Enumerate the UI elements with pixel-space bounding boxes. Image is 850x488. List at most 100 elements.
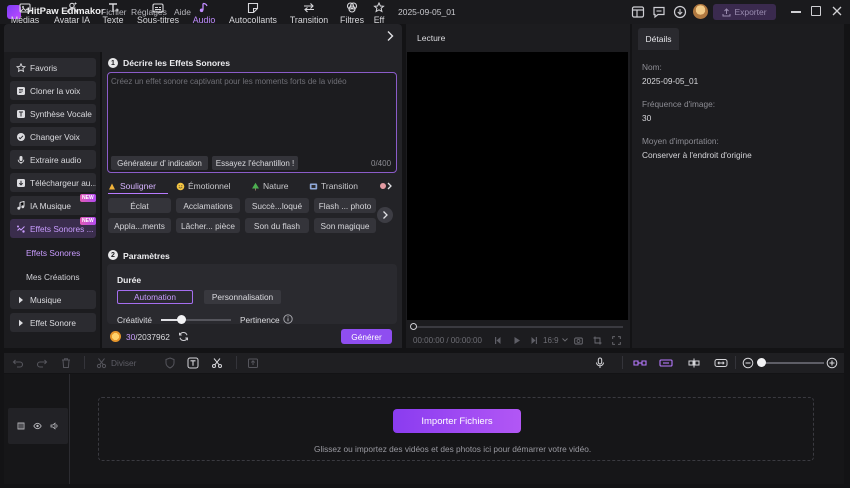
feedback-icon[interactable] xyxy=(652,5,666,19)
minimize-icon[interactable] xyxy=(791,11,801,13)
refresh-icon[interactable] xyxy=(178,331,189,342)
sfx-chip[interactable]: Lâcher... pièce xyxy=(176,218,240,233)
undo-icon[interactable] xyxy=(12,357,24,369)
category-nature[interactable]: Nature xyxy=(251,181,289,191)
sidebar-item-label: Cloner la voix xyxy=(30,85,81,96)
track-link-icon[interactable] xyxy=(659,357,673,369)
zoom-in-icon[interactable] xyxy=(826,357,838,369)
sidebar-folder-musique[interactable]: Musique xyxy=(10,290,96,309)
sticker-icon xyxy=(247,2,259,13)
duration-custom-button[interactable]: Personnalisation xyxy=(204,290,281,304)
emoji-icon xyxy=(176,182,185,190)
import-method-label: Moyen d'importation: xyxy=(642,136,719,146)
tab-details[interactable]: Détails xyxy=(638,28,679,50)
aspect-ratio-select[interactable]: 16:9 xyxy=(543,336,559,345)
sfx-chip[interactable]: Son du flash xyxy=(245,218,309,233)
tool-avatar-ia[interactable]: Avatar IA xyxy=(51,2,93,28)
tool-label: Transition xyxy=(289,15,329,25)
playback-scrubber[interactable] xyxy=(413,326,623,328)
sfx-chip[interactable]: Son magique xyxy=(314,218,376,233)
import-method-value: Conserver à l'endroit d'origine xyxy=(642,150,752,160)
zoom-slider-handle[interactable] xyxy=(757,358,766,367)
sfx-next-button[interactable] xyxy=(377,207,393,223)
export-frame-icon[interactable] xyxy=(247,357,259,369)
mic-icon xyxy=(17,155,25,164)
tool-autocollants[interactable]: Autocollants xyxy=(227,2,279,28)
auto-cut-icon[interactable] xyxy=(211,357,223,369)
tool-label: Sous-titres xyxy=(136,15,180,25)
credits-used: 30 xyxy=(126,332,136,342)
scissors-icon[interactable] xyxy=(96,357,108,369)
delete-icon[interactable] xyxy=(60,357,72,369)
tool-audio[interactable]: Audio xyxy=(190,2,218,28)
microphone-icon[interactable] xyxy=(594,357,606,369)
sidebar-item-telechargeur[interactable]: Téléchargeur au... xyxy=(10,173,96,192)
category-transition[interactable]: Transition xyxy=(309,181,358,191)
split-label[interactable]: Diviser xyxy=(111,358,136,368)
layout-icon[interactable] xyxy=(631,5,645,19)
highlight-icon xyxy=(109,183,115,189)
info-icon[interactable] xyxy=(283,314,293,324)
close-icon[interactable] xyxy=(831,5,843,17)
sidebar-item-extraire-audio[interactable]: Extraire audio xyxy=(10,150,96,169)
maximize-icon[interactable] xyxy=(811,6,821,16)
sidebar-item-synthese-vocale[interactable]: Synthèse Vocale xyxy=(10,104,96,123)
zoom-out-icon[interactable] xyxy=(742,357,754,369)
sidebar-item-changer-voix[interactable]: Changer Voix xyxy=(10,127,96,146)
duration-automation-button[interactable]: Automation xyxy=(117,290,193,304)
char-count: 0/400 xyxy=(371,159,392,168)
crop-icon[interactable] xyxy=(593,336,602,345)
try-sample-button[interactable]: Essayez l'échantillon ! xyxy=(212,156,298,170)
sidebar-item-cloner-voix[interactable]: Cloner la voix xyxy=(10,81,96,100)
tool-effets[interactable]: Eff xyxy=(373,2,385,28)
download-icon[interactable] xyxy=(673,5,687,19)
chevron-right-icon[interactable] xyxy=(386,30,394,42)
sidebar-folder-effet-sonore[interactable]: Effet Sonore xyxy=(10,313,96,332)
sfx-chip[interactable]: Appla...ments xyxy=(108,218,171,233)
fit-timeline-icon[interactable] xyxy=(714,357,728,369)
split-track-icon[interactable] xyxy=(687,357,700,369)
magnet-icon[interactable] xyxy=(633,357,647,369)
sidebar-subitem-effets-sonores[interactable]: Effets Sonores xyxy=(26,248,80,258)
tool-label: Médias xyxy=(10,15,40,25)
prompt-generator-button[interactable]: Générateur d' indication xyxy=(111,156,208,170)
zoom-slider[interactable] xyxy=(762,362,824,364)
tool-medias[interactable]: Médias xyxy=(8,2,42,28)
next-frame-icon[interactable] xyxy=(530,336,538,345)
text-box-icon[interactable] xyxy=(187,357,199,369)
track-audio-icon[interactable] xyxy=(50,422,59,430)
category-souligner[interactable]: Souligner xyxy=(108,181,156,191)
import-files-button[interactable]: Importer Fichiers xyxy=(393,409,521,433)
category-label: Souligner xyxy=(120,181,156,191)
play-icon[interactable] xyxy=(513,336,521,345)
snapshot-icon[interactable] xyxy=(574,336,583,345)
sidebar-subitem-mes-creations[interactable]: Mes Créations xyxy=(26,272,80,282)
playhead-handle[interactable] xyxy=(410,323,417,330)
fullscreen-icon[interactable] xyxy=(612,336,621,345)
subtitles-icon xyxy=(152,3,164,13)
tool-transition[interactable]: Transition xyxy=(289,2,329,28)
sfx-chip[interactable]: Flash ... photo xyxy=(314,198,376,213)
user-avatar[interactable] xyxy=(693,4,708,19)
sidebar-item-favoris[interactable]: Favoris xyxy=(10,58,96,77)
voice-change-icon xyxy=(17,132,25,141)
previous-frame-icon[interactable] xyxy=(494,336,502,345)
track-visibility-icon[interactable] xyxy=(33,422,42,430)
section-title-describe: Décrire les Effets Sonores xyxy=(123,58,230,68)
export-button[interactable]: Exporter xyxy=(713,4,776,20)
tool-filtres[interactable]: Filtres xyxy=(339,2,365,28)
track-film-icon[interactable] xyxy=(17,422,25,430)
tool-texte[interactable]: Texte xyxy=(101,2,125,28)
shield-icon[interactable] xyxy=(164,357,176,369)
category-emotionnel[interactable]: Émotionnel xyxy=(176,181,231,191)
categories-more-icon[interactable] xyxy=(379,181,393,191)
tool-label: Autocollants xyxy=(229,15,277,25)
generate-button[interactable]: Générer xyxy=(341,329,392,344)
tool-sous-titres[interactable]: Sous-titres xyxy=(135,2,181,28)
sfx-chip[interactable]: Acclamations xyxy=(176,198,240,213)
redo-icon[interactable] xyxy=(36,357,48,369)
creativity-slider-handle[interactable] xyxy=(176,315,186,324)
video-canvas[interactable] xyxy=(407,52,628,320)
sfx-chip[interactable]: Succè...loqué xyxy=(245,198,309,213)
sfx-chip[interactable]: Éclat xyxy=(108,198,171,213)
